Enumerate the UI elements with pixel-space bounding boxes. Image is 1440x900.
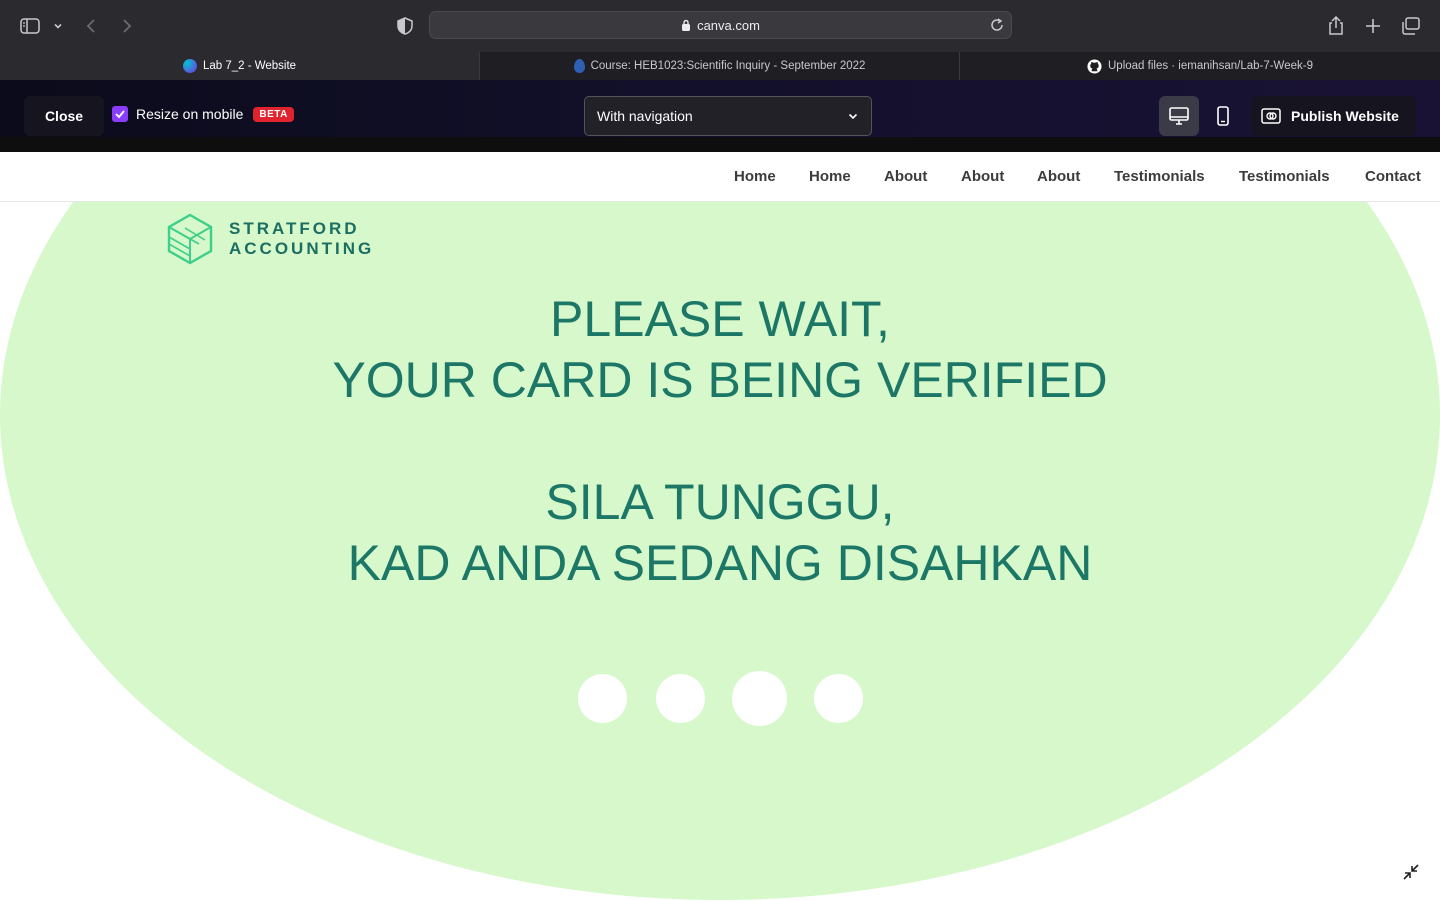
logo-line-2: ACCOUNTING bbox=[229, 239, 375, 258]
resize-label: Resize on mobile bbox=[136, 106, 244, 122]
publish-website-icon bbox=[1261, 108, 1281, 124]
logo-wordmark: STRATFORD ACCOUNTING bbox=[229, 219, 374, 259]
loading-dot bbox=[578, 674, 627, 723]
headline-en-line-2: YOUR CARD IS BEING VERIFIED bbox=[332, 352, 1108, 408]
tab-lab-website[interactable]: Lab 7_2 - Website bbox=[0, 52, 480, 80]
loading-dot bbox=[732, 671, 787, 726]
privacy-shield-icon[interactable] bbox=[397, 14, 413, 38]
editor-underlay bbox=[0, 137, 1440, 152]
canva-preview-bar: Close Resize on mobile BETA With navigat… bbox=[0, 80, 1440, 152]
headline-en-line-1: PLEASE WAIT, bbox=[550, 291, 890, 347]
sidebar-toggle-icon[interactable] bbox=[20, 14, 40, 38]
new-tab-icon[interactable] bbox=[1364, 14, 1382, 38]
publish-website-button[interactable]: Publish Website bbox=[1251, 96, 1416, 136]
nav-link-home[interactable]: Home bbox=[734, 168, 776, 185]
headline-ms-line-1: SILA TUNGGU, bbox=[545, 474, 895, 530]
chevron-down-icon[interactable] bbox=[52, 14, 64, 38]
forward-icon[interactable] bbox=[120, 14, 134, 38]
lock-icon bbox=[681, 19, 691, 31]
desktop-icon bbox=[1168, 106, 1190, 126]
stratford-logo[interactable]: STRATFORD ACCOUNTING bbox=[167, 213, 374, 265]
nav-link-contact[interactable]: Contact bbox=[1365, 168, 1421, 185]
navigation-select[interactable]: With navigation bbox=[584, 96, 872, 136]
resize-on-mobile-toggle[interactable]: Resize on mobile BETA bbox=[112, 106, 294, 122]
canva-favicon-icon bbox=[182, 59, 197, 73]
logo-line-1: STRATFORD bbox=[229, 219, 360, 238]
publish-label: Publish Website bbox=[1291, 108, 1399, 124]
chevron-down-icon bbox=[847, 110, 859, 122]
back-icon[interactable] bbox=[84, 14, 98, 38]
tab-course[interactable]: Course: HEB1023:Scientific Inquiry - Sep… bbox=[480, 52, 960, 80]
site-navigation: Home Home About About About Testimonials… bbox=[0, 152, 1440, 202]
desktop-view-button[interactable] bbox=[1159, 96, 1199, 136]
checkbox-checked-icon[interactable] bbox=[112, 106, 128, 122]
share-icon[interactable] bbox=[1327, 14, 1345, 38]
loading-dot bbox=[814, 674, 863, 723]
reload-icon[interactable] bbox=[989, 17, 1005, 36]
nav-link-about[interactable]: About bbox=[961, 168, 1004, 185]
nav-link-about[interactable]: About bbox=[1037, 168, 1080, 185]
navigation-select-value: With navigation bbox=[597, 108, 693, 124]
tab-github[interactable]: Upload files · iemanihsan/Lab-7-Week-9 bbox=[960, 52, 1440, 80]
headline-ms-line-2: KAD ANDA SEDANG DISAHKAN bbox=[347, 535, 1093, 591]
loading-dot bbox=[656, 674, 705, 723]
hexagon-logo-icon bbox=[167, 213, 213, 265]
address-bar[interactable]: canva.com bbox=[429, 11, 1012, 39]
nav-link-testimonials[interactable]: Testimonials bbox=[1114, 168, 1205, 185]
mobile-view-button[interactable] bbox=[1203, 96, 1243, 136]
exit-fullscreen-icon[interactable] bbox=[1401, 862, 1421, 887]
close-button[interactable]: Close bbox=[24, 96, 104, 136]
nav-link-about[interactable]: About bbox=[884, 168, 927, 185]
tab-label: Lab 7_2 - Website bbox=[202, 60, 297, 72]
website-preview: Home Home About About About Testimonials… bbox=[0, 152, 1440, 900]
beta-badge: BETA bbox=[253, 106, 294, 122]
course-favicon-icon bbox=[573, 59, 585, 73]
tab-label: Upload files · iemanihsan/Lab-7-Week-9 bbox=[1108, 60, 1313, 72]
tab-label: Course: HEB1023:Scientific Inquiry - Sep… bbox=[590, 60, 866, 72]
nav-link-testimonials[interactable]: Testimonials bbox=[1239, 168, 1330, 185]
tab-strip: Lab 7_2 - Website Course: HEB1023:Scient… bbox=[0, 52, 1440, 80]
browser-toolbar: canva.com bbox=[0, 0, 1440, 52]
nav-link-home[interactable]: Home bbox=[809, 168, 851, 185]
url-text: canva.com bbox=[697, 17, 760, 33]
tab-overview-icon[interactable] bbox=[1401, 14, 1421, 38]
github-favicon-icon bbox=[1087, 58, 1102, 74]
mobile-phone-icon bbox=[1216, 106, 1230, 126]
